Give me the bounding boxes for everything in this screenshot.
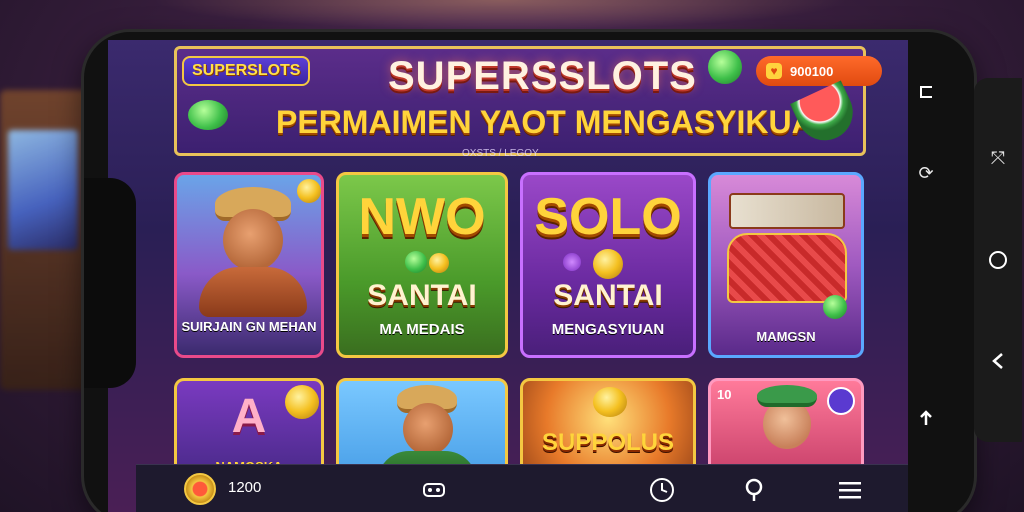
coin-avatar-icon[interactable] <box>184 473 216 505</box>
game-card-4[interactable]: MAMGSN <box>708 172 864 358</box>
game-card-1[interactable]: SUIRJAIN GN MEHAN <box>174 172 324 358</box>
bottom-nav-bar: 1200 <box>136 464 908 512</box>
game-card-5[interactable]: A NAMOSKA <box>174 378 324 478</box>
character-face <box>223 209 283 271</box>
location-pin-icon[interactable] <box>740 477 768 503</box>
fruit-decoration <box>823 295 847 319</box>
background-glow <box>150 0 850 30</box>
game-card-label: MAMGSN <box>756 329 816 344</box>
game-card-label: MENGASYIUAN <box>551 321 665 338</box>
banner-title: SUPERSSLOTS <box>388 54 697 98</box>
phone-nav-bar: ⟳ ○ ‹ <box>906 40 946 460</box>
home-button-icon[interactable] <box>986 248 1010 272</box>
game-card-title: SANTAI <box>367 279 477 312</box>
game-card-7[interactable]: SUPPOLUS <box>520 378 696 478</box>
game-card-label: MA MEDAIS <box>379 321 465 338</box>
app-screen: SUPERSLOTS SUPERSSLOTS PERMAIMEN YAOT ME… <box>108 40 908 512</box>
game-card-word: SOLO <box>534 188 682 246</box>
game-card-2[interactable]: NWO SANTAI MA MEDAIS <box>336 172 508 358</box>
game-controller-icon[interactable] <box>420 477 448 503</box>
clock-icon[interactable] <box>648 477 676 503</box>
game-card-title: SANTAI <box>553 279 663 312</box>
game-card-label: SUIRJAIN GN MEHAN <box>181 319 317 334</box>
app-logo[interactable]: SUPERSLOTS <box>182 56 311 86</box>
background-slot-machine <box>0 90 90 390</box>
background-slot-screen <box>8 130 78 250</box>
hamburger-menu-icon[interactable] <box>836 477 864 503</box>
coin-count: 1200 <box>228 479 262 496</box>
gem-decoration <box>563 253 581 271</box>
balance-pill[interactable]: ♥ 900100 <box>756 56 882 86</box>
hat-decoration <box>757 385 817 407</box>
green-gem-decoration <box>708 50 742 84</box>
game-card-6[interactable] <box>336 378 508 478</box>
coin-decoration <box>429 253 449 273</box>
character-face <box>403 403 453 455</box>
banner-subtitle: PERMAIMEN YAOT MENGASYIKUAN <box>276 104 838 140</box>
rotate-icon[interactable]: ⤧ <box>986 147 1010 171</box>
device-side-bar: ⤧ <box>974 78 1022 442</box>
roulette-table-decoration <box>727 233 847 303</box>
game-card-label: SUPPOLUS <box>541 429 675 456</box>
share-icon[interactable] <box>914 406 938 430</box>
coin-decoration <box>593 387 627 417</box>
character-body <box>199 267 307 317</box>
badge-icon <box>827 387 855 415</box>
game-card-label: 10 <box>717 387 732 402</box>
balance-value: 900100 <box>790 63 834 79</box>
gem-decoration <box>405 251 427 273</box>
refresh-icon[interactable]: ⟳ <box>914 162 938 186</box>
game-card-8[interactable]: 10 <box>708 378 864 478</box>
coin-decoration <box>297 179 321 203</box>
heart-icon: ♥ <box>766 63 782 79</box>
game-card-word: NWO <box>358 188 486 246</box>
card-deck-decoration <box>729 193 845 229</box>
phone-notch <box>84 178 136 388</box>
green-coin-decoration <box>188 100 228 130</box>
back-button-icon[interactable] <box>986 349 1010 373</box>
coin-decoration <box>593 249 623 279</box>
game-card-3[interactable]: SOLO SANTAI MENGASYIUAN <box>520 172 696 358</box>
banner-caption: OXSTS / LEGOY <box>462 148 539 159</box>
coin-decoration <box>285 385 319 419</box>
menu-icon[interactable] <box>914 80 938 104</box>
